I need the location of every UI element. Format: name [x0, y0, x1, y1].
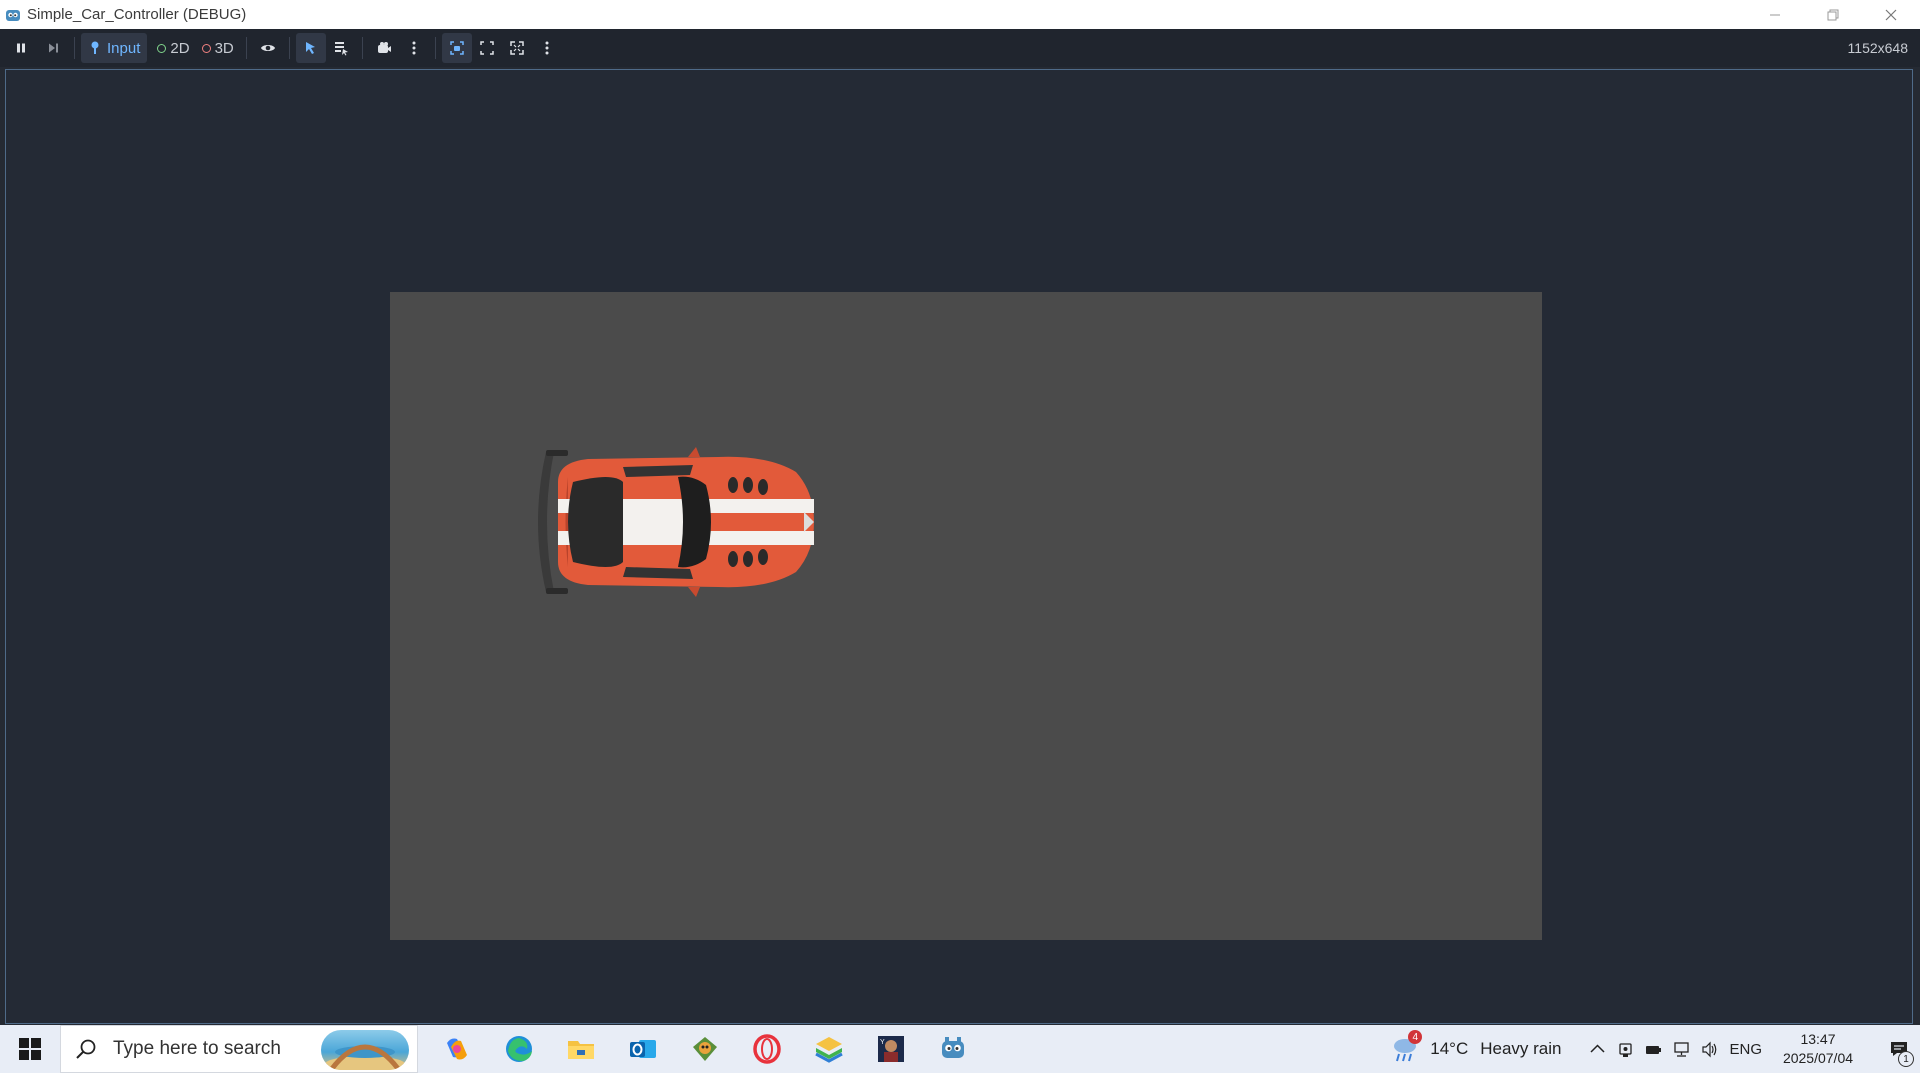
minimize-icon [1770, 14, 1780, 15]
pause-icon [17, 43, 25, 53]
window-title-bar: Simple_Car_Controller (DEBUG) [0, 0, 1920, 29]
restore-icon [1827, 9, 1839, 20]
camera-lock-icon [450, 41, 464, 55]
windows-logo-icon [19, 1038, 41, 1060]
opera-app[interactable] [736, 1025, 798, 1073]
usb-icon [1619, 1042, 1632, 1057]
clock-date: 2025/07/04 [1782, 1050, 1854, 1066]
more-options-button-2[interactable] [532, 33, 562, 63]
toolbar-divider [361, 37, 363, 59]
close-button[interactable] [1862, 0, 1920, 29]
usb-device-tray[interactable] [1611, 1025, 1639, 1073]
weather-condition: Heavy rain [1480, 1039, 1562, 1058]
outlook-icon [630, 1040, 656, 1058]
game-app-icon [693, 1037, 717, 1061]
camera-lock-button[interactable] [441, 33, 472, 63]
search-highlight-banner[interactable] [321, 1030, 409, 1070]
game-debug-toolbar: Input 2D 3D 1152x648 [0, 29, 1920, 67]
show-hidden-icons-button[interactable] [1583, 1025, 1611, 1073]
toolbar-divider [74, 37, 75, 59]
taskbar-search-box[interactable]: Type here to search [60, 1025, 418, 1073]
copilot-app[interactable] [426, 1025, 488, 1073]
toolbar-divider [434, 37, 436, 59]
outlook-app[interactable] [612, 1025, 674, 1073]
2d-label: 2D [170, 39, 190, 57]
clock-time: 13:47 [1800, 1031, 1836, 1047]
window-title: Simple_Car_Controller (DEBUG) [27, 6, 247, 23]
2d-toggle-button[interactable]: 2D [151, 33, 195, 63]
game-play-area[interactable] [390, 292, 1542, 940]
weather-temperature: 14°C [1430, 1039, 1469, 1058]
chevron-up-icon [1590, 1043, 1605, 1053]
toolbar-divider [288, 37, 290, 59]
weather-widget[interactable]: 4 14°C Heavy rain [1390, 1030, 1562, 1064]
game-app[interactable] [674, 1025, 736, 1073]
camera-override-button[interactable] [369, 33, 399, 63]
select-mode-button[interactable] [295, 33, 326, 63]
media-app-icon: Y [878, 1036, 904, 1062]
start-button[interactable] [0, 1025, 60, 1073]
pause-button[interactable] [6, 33, 36, 63]
expand-button[interactable] [502, 33, 532, 63]
windows-taskbar: Type here to search Y 4 14°C Heavy rain … [0, 1025, 1920, 1073]
fit-screen-icon [480, 41, 494, 55]
edge-app[interactable] [488, 1025, 550, 1073]
list-select-icon [334, 42, 348, 56]
more-options-button[interactable] [399, 33, 429, 63]
search-icon [76, 1039, 96, 1059]
media-app[interactable]: Y [860, 1025, 922, 1073]
battery-icon [1645, 1045, 1661, 1054]
system-clock[interactable]: 13:47 2025/07/04 [1776, 1030, 1860, 1068]
godot-icon [942, 1037, 964, 1058]
svg-text:Y: Y [880, 1039, 885, 1046]
expand-icon [510, 41, 524, 55]
godot-app-icon [6, 9, 20, 21]
copilot-icon [447, 1038, 467, 1060]
game-viewport[interactable] [5, 69, 1913, 1024]
opera-icon [753, 1034, 781, 1064]
edge-icon [506, 1036, 532, 1062]
godot-app[interactable] [922, 1025, 984, 1073]
minimize-button[interactable] [1746, 0, 1804, 29]
input-label: Input [107, 39, 141, 57]
camera-override-icon [377, 42, 391, 53]
eye-icon [260, 45, 275, 51]
more-icon-2 [545, 41, 549, 55]
volume-tray[interactable] [1695, 1025, 1723, 1073]
beach-illustration-icon [325, 1044, 405, 1070]
toolbar-divider [245, 37, 247, 59]
3d-circle-icon [201, 43, 211, 53]
joystick-icon [91, 41, 99, 54]
network-icon [1674, 1041, 1689, 1057]
volume-icon [1702, 1041, 1717, 1057]
visibility-button[interactable] [253, 33, 283, 63]
list-select-button[interactable] [326, 33, 356, 63]
notification-count-badge: 1 [1898, 1051, 1914, 1067]
input-language[interactable]: ENG [1729, 1041, 1762, 1058]
restore-button[interactable] [1804, 0, 1862, 29]
red-sports-car-sprite [538, 447, 814, 597]
bluestacks-icon [815, 1037, 843, 1063]
2d-circle-icon [157, 43, 167, 53]
input-toggle-button[interactable]: Input [81, 33, 148, 63]
battery-tray[interactable] [1639, 1025, 1667, 1073]
notification-center-button[interactable]: 1 [1878, 1025, 1920, 1073]
next-frame-button[interactable] [38, 33, 68, 63]
file-explorer-app[interactable] [550, 1025, 612, 1073]
select-arrow-icon [305, 42, 315, 54]
fit-screen-button[interactable] [472, 33, 502, 63]
next-frame-icon [49, 43, 58, 53]
3d-label: 3D [214, 39, 234, 57]
close-icon [1885, 9, 1897, 20]
network-tray[interactable] [1667, 1025, 1695, 1073]
search-placeholder: Type here to search [113, 1038, 281, 1059]
more-icon [412, 41, 416, 55]
resolution-label: 1152x648 [1847, 40, 1908, 56]
file-explorer-icon [568, 1041, 594, 1059]
3d-toggle-button[interactable]: 3D [196, 33, 240, 63]
bluestacks-app[interactable] [798, 1025, 860, 1073]
